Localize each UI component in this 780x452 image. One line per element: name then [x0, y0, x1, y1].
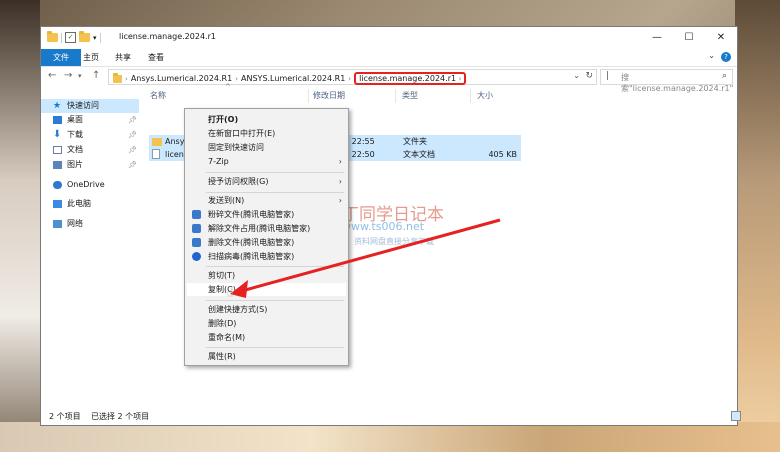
- arrow-shaft: [237, 218, 501, 294]
- mouse-cursor-icon: ☝: [227, 286, 234, 299]
- annotation-arrow: [230, 218, 501, 298]
